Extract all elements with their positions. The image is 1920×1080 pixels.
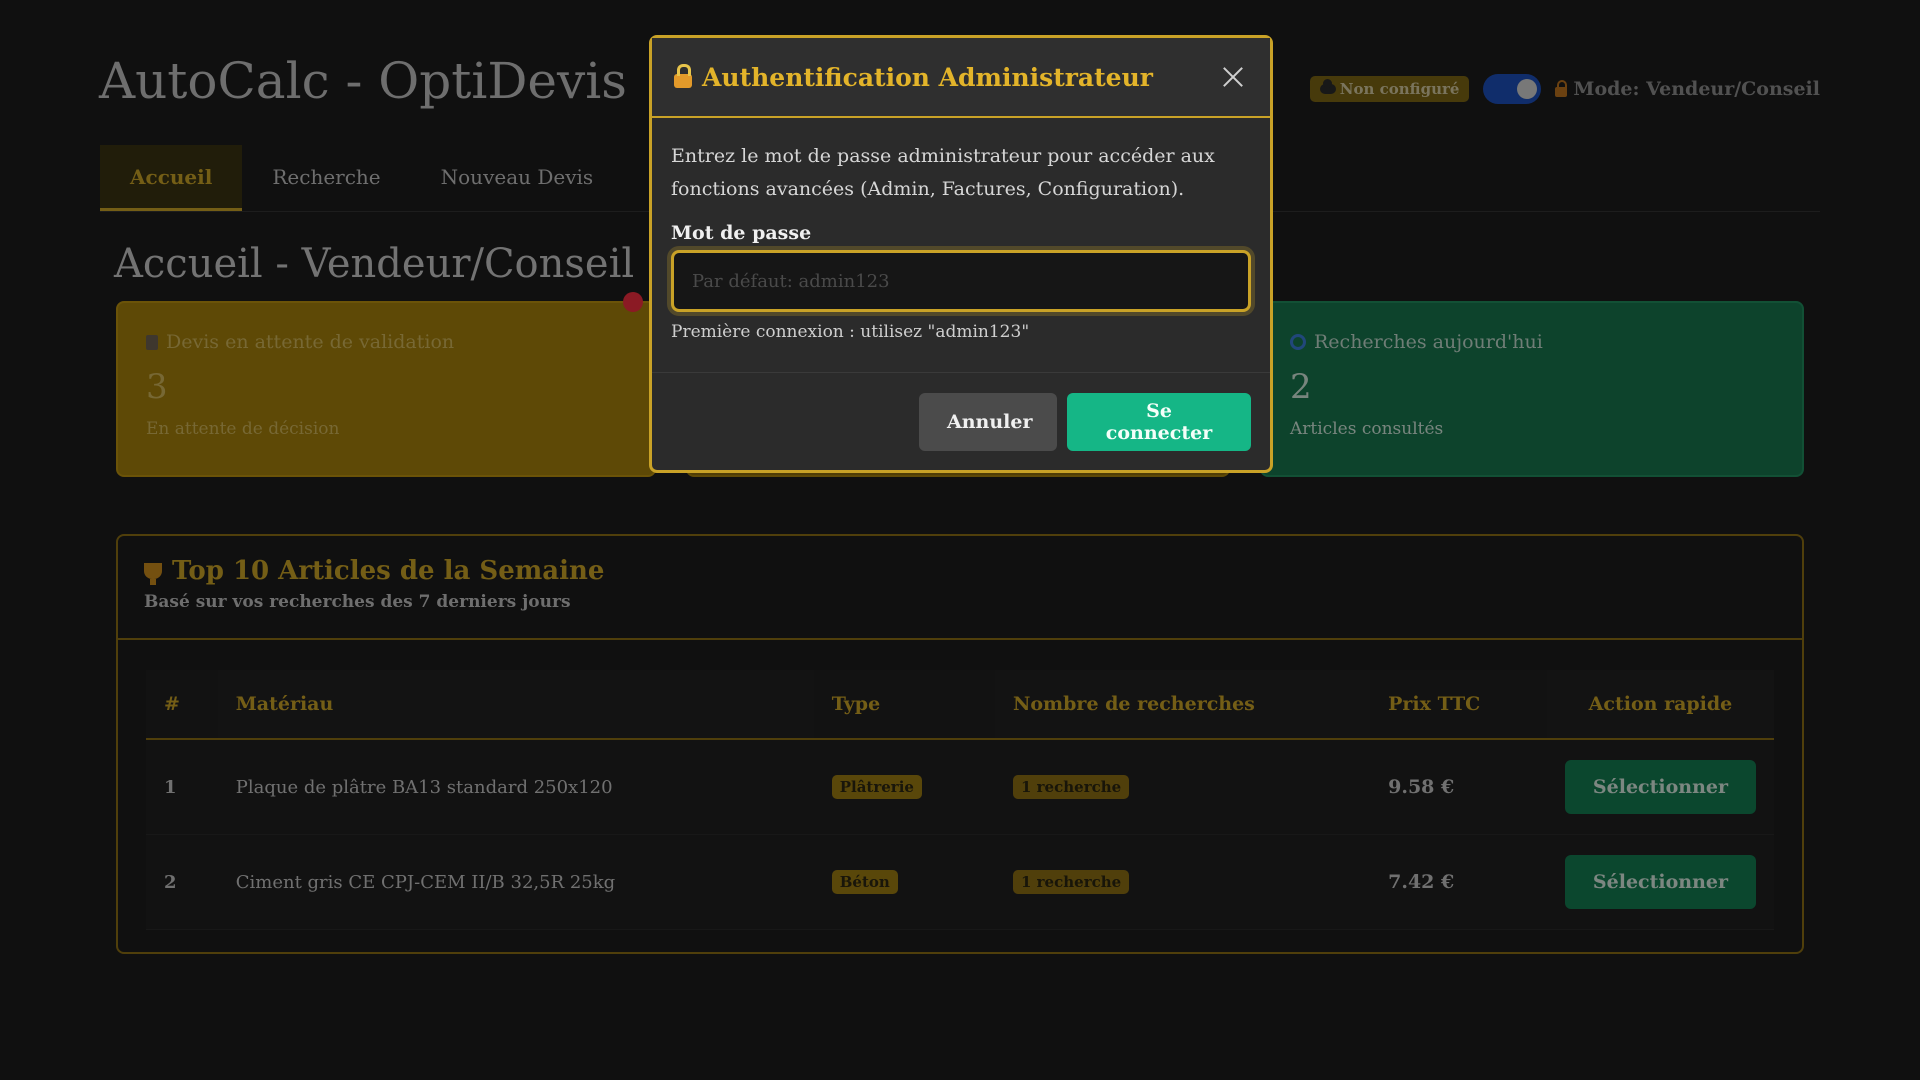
password-input[interactable]: [671, 250, 1251, 312]
password-label: Mot de passe: [671, 222, 812, 244]
modal-header: Authentification Administrateur: [652, 38, 1270, 118]
modal-description: Entrez le mot de passe administrateur po…: [671, 145, 1215, 200]
notification-dot: [623, 292, 643, 312]
padlock-icon: [674, 64, 692, 88]
modal-title: Authentification Administrateur: [702, 62, 1153, 92]
modal-footer: Annuler Se connecter: [652, 372, 1270, 470]
cancel-button[interactable]: Annuler: [919, 392, 1057, 451]
admin-auth-modal: Authentification Administrateur Entrez l…: [649, 35, 1273, 473]
password-hint: Première connexion : utilisez "admin123": [671, 322, 1030, 342]
modal-title-row: Authentification Administrateur: [674, 63, 1153, 92]
close-icon[interactable]: [1218, 62, 1248, 92]
login-button[interactable]: Se connecter: [1067, 392, 1251, 451]
modal-body: Entrez le mot de passe administrateur po…: [652, 118, 1270, 342]
